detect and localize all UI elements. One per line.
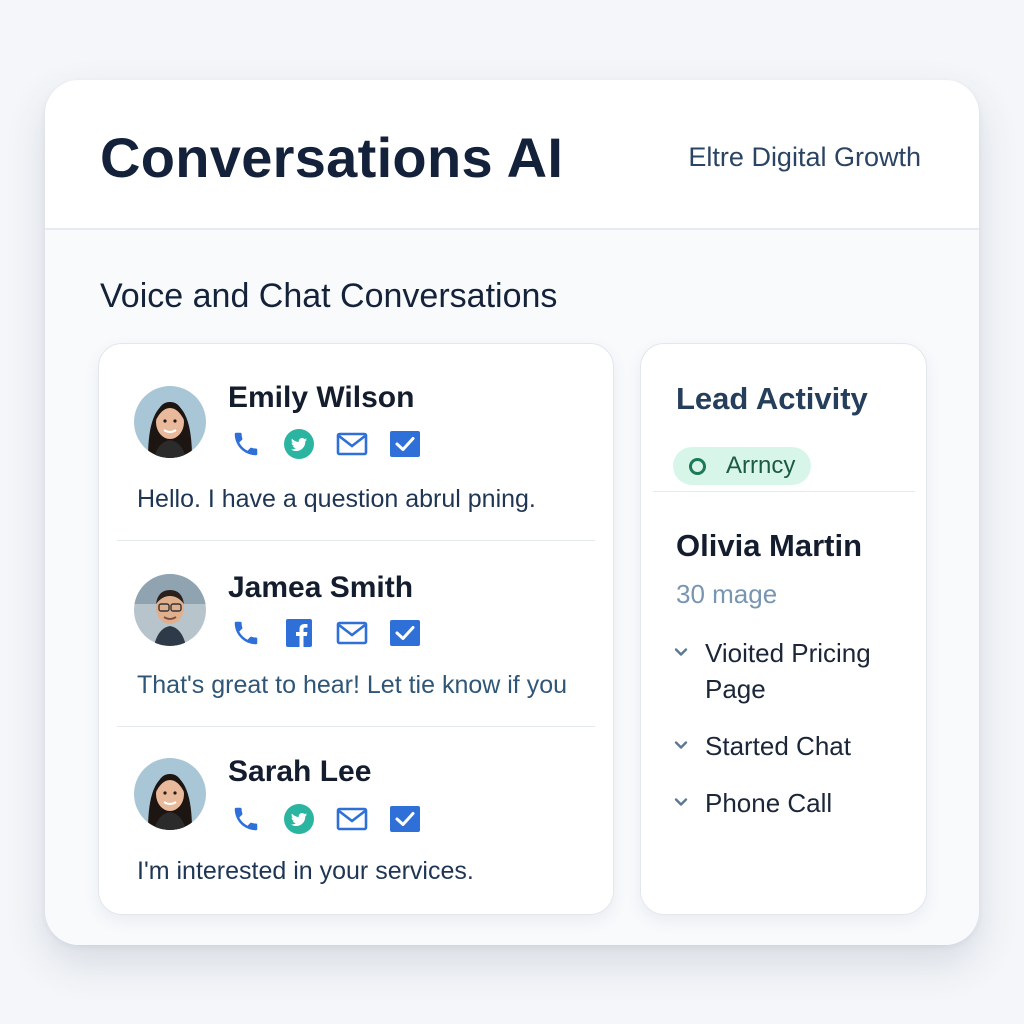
- twitter-icon[interactable]: [282, 427, 316, 461]
- chevron-down-icon: [674, 741, 688, 749]
- conversation-item-jamea[interactable]: Jamea Smith That's great to hear! Let ti…: [99, 541, 613, 726]
- avatar: [134, 574, 206, 646]
- chevron-down-icon: [674, 798, 688, 806]
- checkbox-icon[interactable]: [388, 616, 422, 650]
- contact-name: Jamea Smith: [228, 571, 414, 604]
- activity-label: Started Chat: [705, 731, 851, 761]
- section-title: Voice and Chat Conversations: [100, 277, 558, 315]
- conversation-list: Emily Wilson Hello. I have a question ab…: [98, 343, 614, 915]
- checkbox-icon[interactable]: [388, 427, 422, 461]
- phone-icon[interactable]: [229, 616, 263, 650]
- activity-item[interactable]: Vioited Pricing Page: [673, 635, 913, 711]
- phone-icon[interactable]: [229, 802, 263, 836]
- conversation-item-emily[interactable]: Emily Wilson Hello. I have a question ab…: [99, 344, 613, 540]
- email-icon[interactable]: [335, 616, 369, 650]
- channel-icons: [229, 616, 441, 650]
- lead-activity-panel: Lead Activity Arrncy Olivia Martin 30 ma…: [640, 343, 927, 915]
- app-title: Conversations AI: [100, 126, 564, 189]
- checkbox-icon[interactable]: [388, 802, 422, 836]
- message-preview: I'm interested in your services.: [137, 857, 474, 885]
- email-icon[interactable]: [335, 802, 369, 836]
- activity-label: Vioited Pricing Page: [705, 638, 871, 704]
- company-name: Eltre Digital Growth: [688, 142, 921, 172]
- status-dot-icon: [689, 457, 706, 475]
- phone-icon[interactable]: [229, 427, 263, 461]
- activity-label: Phone Call: [705, 788, 833, 818]
- contact-name: Sarah Lee: [228, 755, 372, 788]
- main-card: Conversations AI Eltre Digital Growth Vo…: [45, 80, 979, 945]
- chevron-down-icon: [674, 648, 688, 656]
- twitter-icon[interactable]: [282, 802, 316, 836]
- activity-item[interactable]: Phone Call: [673, 785, 913, 825]
- conversation-item-sarah[interactable]: Sarah Lee I'm interested in your service…: [99, 727, 613, 912]
- divider: [653, 491, 915, 492]
- channel-icons: [229, 802, 441, 836]
- status-badge: Arrncy: [673, 447, 812, 485]
- channel-icons: [229, 427, 441, 461]
- status-label: Arrncy: [726, 452, 796, 479]
- email-icon[interactable]: [335, 427, 369, 461]
- activity-item[interactable]: Started Chat: [673, 728, 913, 768]
- message-preview: Hello. I have a question abrul pning.: [137, 485, 536, 513]
- message-preview: That's great to hear! Let tie know if yo…: [137, 671, 568, 699]
- lead-subtitle: 30 mage: [676, 579, 778, 609]
- avatar: [134, 386, 206, 458]
- contact-name: Emily Wilson: [228, 381, 415, 414]
- app-header: Conversations AI Eltre Digital Growth: [45, 80, 979, 230]
- facebook-icon[interactable]: [282, 616, 316, 650]
- lead-name[interactable]: Olivia Martin: [676, 527, 862, 565]
- avatar: [134, 758, 206, 830]
- lead-activity-title: Lead Activity: [676, 381, 868, 416]
